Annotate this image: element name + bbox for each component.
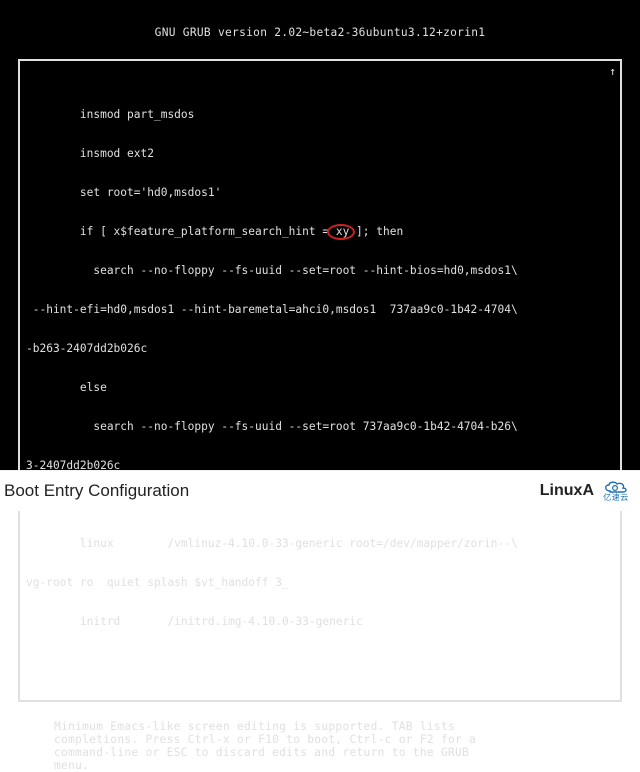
grub-title: GNU GRUB version 2.02~beta2-36ubuntu3.12… [0,26,640,39]
grub-line[interactable]: search --no-floppy --fs-uuid --set=root … [26,264,614,277]
grub-line[interactable]: initrd /initrd.img-4.10.0-33-generic [26,615,614,628]
cloud-logo-icon: 亿速云 [598,479,634,503]
caption-right: LinuxA 亿速云 [540,479,634,503]
grub-line[interactable]: if [ x$feature_platform_search_hint = xy… [26,225,614,238]
grub-line[interactable]: --hint-efi=hd0,msdos1 --hint-baremetal=a… [26,303,614,316]
grub-line[interactable]: insmod ext2 [26,147,614,160]
grub-line[interactable]: -b263-2407dd2b026c [26,342,614,355]
grub-line[interactable]: else [26,381,614,394]
grub-editor-box[interactable]: ↑ insmod part_msdos insmod ext2 set root… [18,59,622,702]
grub-line[interactable]: search --no-floppy --fs-uuid --set=root … [26,420,614,433]
grub-line-cursor[interactable]: vg-root ro quiet splash $vt_handoff 3_ [26,576,614,589]
grub-editor-screen: GNU GRUB version 2.02~beta2-36ubuntu3.12… [0,0,640,470]
grub-line[interactable]: set root='hd0,msdos1' [26,186,614,199]
caption-title: Boot Entry Configuration [4,481,189,501]
grub-line[interactable]: insmod part_msdos [26,108,614,121]
grub-help-text: Minimum Emacs-like screen editing is sup… [54,720,586,772]
scroll-up-arrow-icon: ↑ [609,65,616,78]
logo-subtext: 亿速云 [603,494,629,502]
caption-footer: Boot Entry Configuration LinuxA 亿速云 [0,470,640,511]
brand-text: LinuxA [540,482,594,500]
grub-line[interactable]: linux /vmlinuz-4.10.0-33-generic root=/d… [26,537,614,550]
